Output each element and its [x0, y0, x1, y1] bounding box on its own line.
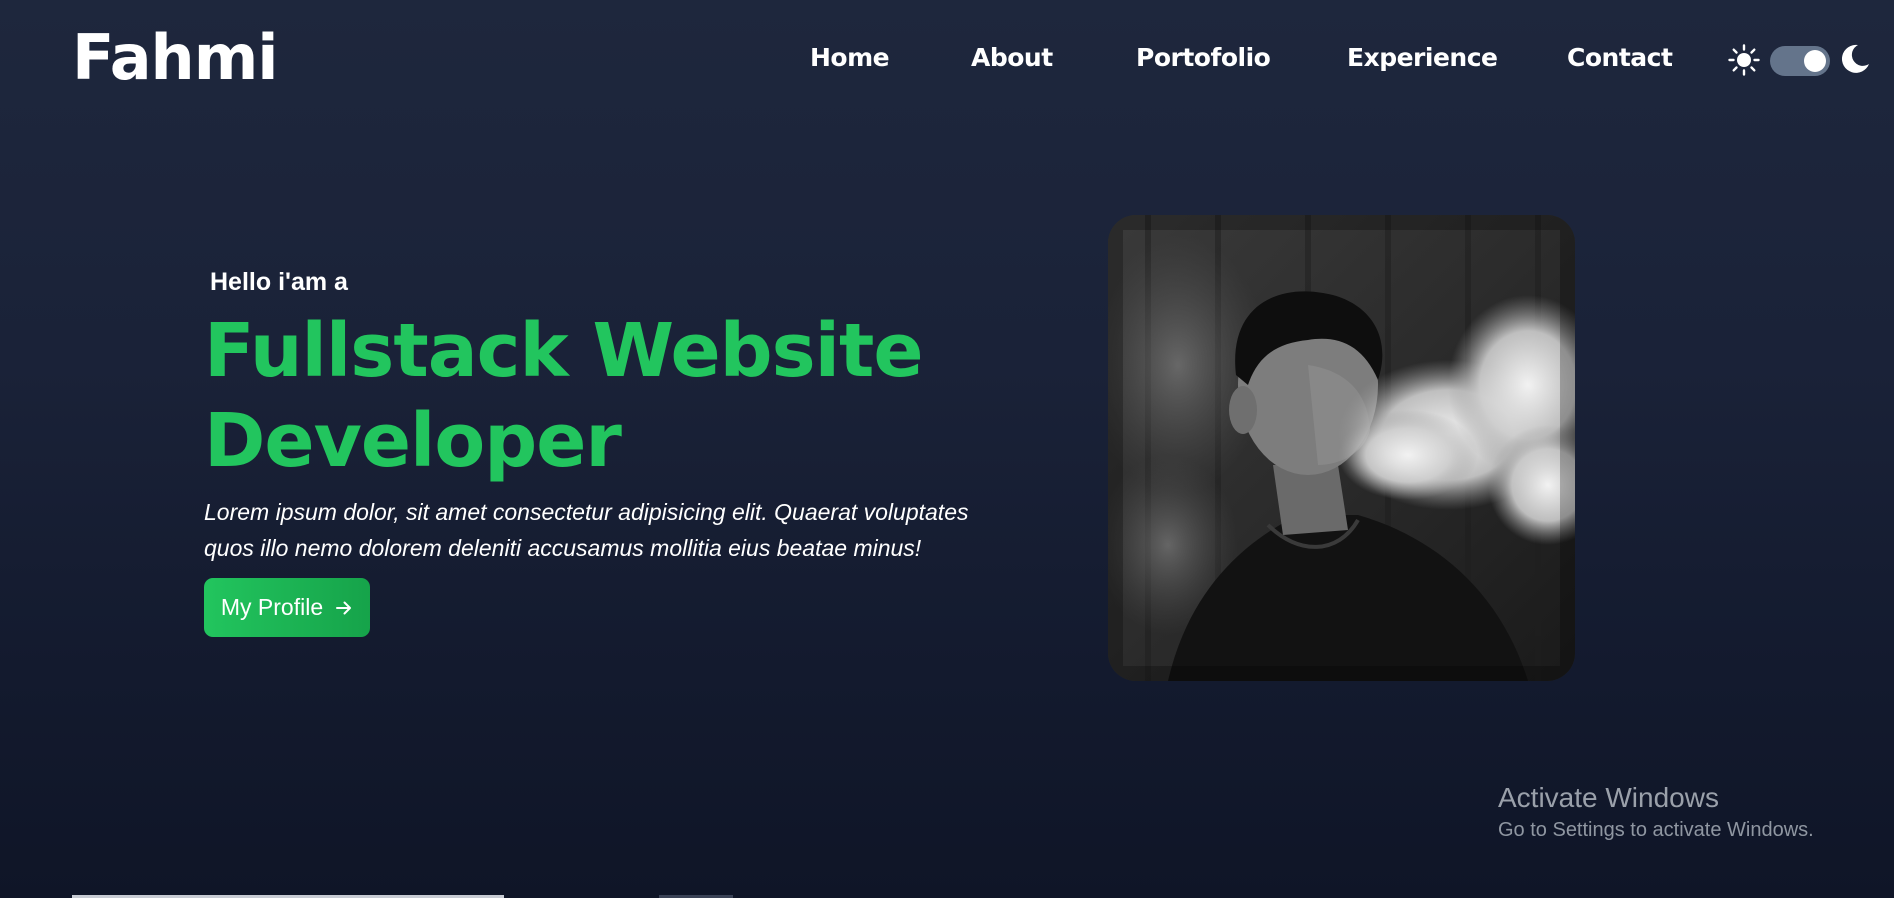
hero-description-line-1: Lorem ipsum dolor, sit amet consectetur …: [204, 499, 969, 525]
nav-about[interactable]: About: [971, 36, 1053, 80]
hero-description-line-2: quos illo nemo dolorem deleniti accusamu…: [204, 535, 922, 561]
hero-title-line-1: Fullstack Website: [204, 308, 924, 394]
theme-toggle: [1728, 38, 1872, 82]
nav-contact[interactable]: Contact: [1567, 36, 1673, 80]
hero-title-line-2: Developer: [204, 398, 622, 484]
nav-experience[interactable]: Experience: [1347, 36, 1498, 80]
watermark-title: Activate Windows: [1498, 782, 1719, 813]
profile-photo-image: [1108, 215, 1575, 681]
moon-icon: [1841, 44, 1869, 73]
hero-title: Fullstack Website Developer: [204, 306, 1004, 486]
theme-switch-knob: [1804, 50, 1826, 72]
nav-home[interactable]: Home: [810, 36, 890, 80]
profile-photo: [1108, 215, 1575, 681]
nav-portofolio[interactable]: Portofolio: [1136, 36, 1271, 80]
hero-description: Lorem ipsum dolor, sit amet consectetur …: [204, 494, 1004, 566]
hero-greeting: Hello i'am a: [210, 268, 348, 296]
theme-switch[interactable]: [1770, 46, 1830, 76]
my-profile-label: My Profile: [220, 594, 324, 620]
arrow-right-icon: [336, 601, 352, 614]
sun-icon: [1728, 44, 1760, 76]
site-logo[interactable]: Fahmi: [72, 18, 279, 98]
windows-activation-watermark: Activate Windows Go to Settings to activ…: [1498, 780, 1814, 844]
my-profile-button[interactable]: My Profile: [204, 578, 370, 637]
watermark-subtitle: Go to Settings to activate Windows.: [1498, 819, 1814, 841]
